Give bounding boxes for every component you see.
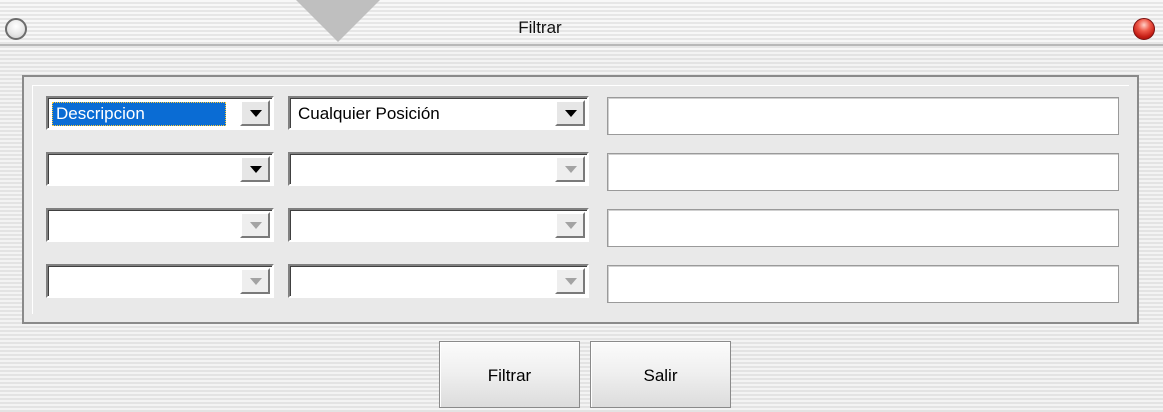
filter-condition-value <box>294 214 302 238</box>
filter-condition-select-1[interactable]: Cualquier Posición <box>288 96 589 130</box>
filter-field-select-3[interactable] <box>46 208 274 242</box>
filter-field-select-2[interactable] <box>46 152 274 186</box>
title-bar[interactable]: Filtrar <box>0 0 1163 50</box>
dropdown-arrow-icon[interactable] <box>555 268 585 294</box>
filter-condition-value: Cualquier Posición <box>298 104 440 123</box>
title-divider <box>0 44 1163 46</box>
filter-condition-select-2[interactable] <box>288 152 589 186</box>
exit-button[interactable]: Salir <box>590 341 731 408</box>
dropdown-arrow-icon[interactable] <box>555 212 585 238</box>
filter-field-select-4[interactable] <box>46 264 274 298</box>
dropdown-arrow-icon[interactable] <box>240 212 270 238</box>
filter-condition-select-3[interactable] <box>288 208 589 242</box>
window-title: Filtrar <box>518 18 562 37</box>
filter-condition-select-4[interactable] <box>288 264 589 298</box>
filter-field-select-1[interactable]: Descripcion <box>46 96 274 130</box>
filter-field-value <box>52 270 60 294</box>
dropdown-arrow-icon[interactable] <box>555 100 585 126</box>
filter-value-input-1[interactable] <box>607 97 1119 135</box>
filter-value-input-3[interactable] <box>607 209 1119 247</box>
filter-button[interactable]: Filtrar <box>439 341 580 408</box>
dropdown-arrow-icon[interactable] <box>240 156 270 182</box>
filter-field-value <box>52 158 60 182</box>
filter-condition-value <box>294 270 302 294</box>
dropdown-arrow-icon[interactable] <box>555 156 585 182</box>
dropdown-arrow-icon[interactable] <box>240 100 270 126</box>
filter-condition-value <box>294 158 302 182</box>
filter-field-value: Descripcion <box>52 102 226 126</box>
filter-value-input-4[interactable] <box>607 265 1119 303</box>
filter-value-input-2[interactable] <box>607 153 1119 191</box>
dropdown-arrow-icon[interactable] <box>240 268 270 294</box>
filter-field-value <box>52 214 60 238</box>
close-icon[interactable] <box>1133 18 1155 40</box>
